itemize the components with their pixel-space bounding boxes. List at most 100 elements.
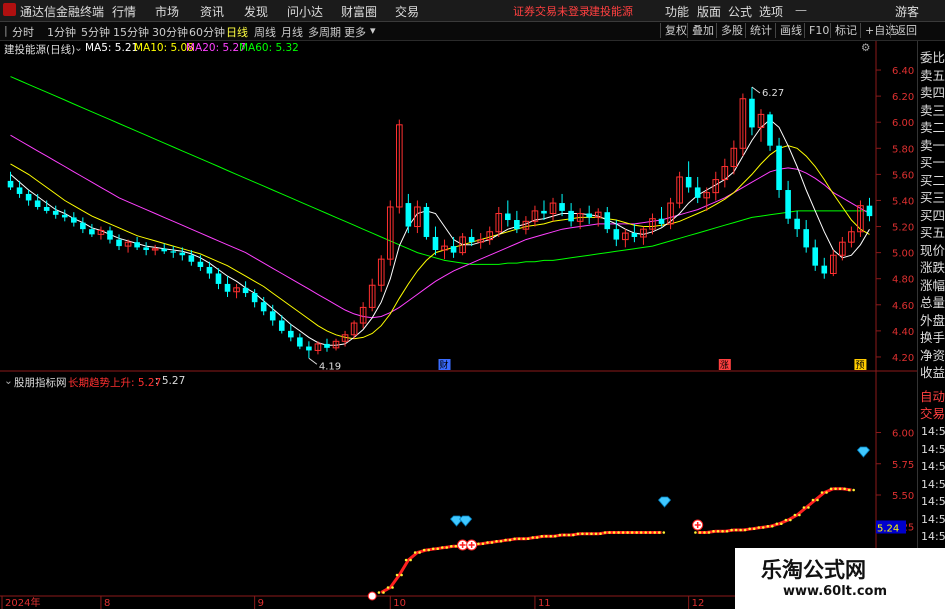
trend-dot <box>590 532 593 536</box>
candle-body <box>25 193 32 201</box>
candle-body <box>71 217 77 223</box>
trend-dot <box>563 533 566 537</box>
candle-body <box>242 287 249 294</box>
trend-dot <box>657 531 661 534</box>
sub-y-tick-label: 5.50 <box>892 491 914 502</box>
candle-body <box>143 247 149 251</box>
trend-dot <box>648 531 652 534</box>
time-label: 14:56 <box>921 530 945 543</box>
trend-line <box>697 487 852 534</box>
event-marker-label: 预 <box>855 360 864 371</box>
trend-dot <box>761 526 765 529</box>
trend-dot <box>395 573 399 577</box>
candle-body <box>278 320 285 331</box>
x-tick-label: 9 <box>258 598 264 609</box>
trend-dot <box>757 526 761 529</box>
candle-body <box>803 229 809 248</box>
trend-dot <box>576 532 580 536</box>
candle-body <box>785 190 791 219</box>
side-panel-item: 收益 <box>920 365 945 380</box>
candle-body <box>188 255 195 262</box>
trend-dot <box>486 541 489 544</box>
candle-body <box>52 210 59 215</box>
trend-dot <box>852 488 855 492</box>
side-panel-item: 总量 <box>920 295 945 310</box>
time-label: 14:56 <box>921 477 945 491</box>
trend-dot <box>730 528 733 532</box>
trend-line <box>380 531 662 594</box>
sub-y-tick-label: 6.00 <box>892 429 914 440</box>
trend-dot <box>508 538 512 542</box>
time-label: 14:56 <box>921 425 945 438</box>
trend-dot <box>644 531 647 534</box>
candle-body <box>179 252 186 256</box>
trend-dot <box>617 531 620 534</box>
candle-body <box>405 203 412 227</box>
y-tick-label: 4.40 <box>892 327 914 338</box>
trend-dot <box>716 529 720 533</box>
trend-dot <box>612 531 616 534</box>
trend-dot <box>391 586 394 589</box>
candle-body <box>541 210 547 214</box>
trend-dot <box>703 531 706 534</box>
y-tick-label: 4.80 <box>892 275 914 286</box>
trend-dot <box>662 531 666 534</box>
side-panel-item: 换手 <box>920 330 945 345</box>
candle-body <box>134 242 140 248</box>
diamond-icon <box>856 446 870 458</box>
x-tick-label: 10 <box>393 598 406 609</box>
trend-dot <box>707 531 711 534</box>
trend-dot <box>386 586 390 589</box>
indicator-name[interactable]: 股朋指标网 <box>14 375 67 390</box>
side-panel-item: 卖二 <box>920 120 945 135</box>
trend-dot <box>413 551 417 554</box>
side-panel-item[interactable]: 交易 <box>920 403 945 422</box>
y-tick-label: 5.80 <box>892 144 914 155</box>
candle-body <box>749 98 755 128</box>
x-tick-label: 2024年 <box>5 596 40 609</box>
candle-body <box>776 145 782 191</box>
trend-dot <box>698 531 702 534</box>
trend-dot <box>834 487 837 491</box>
trend-dot <box>825 491 828 494</box>
trend-dot <box>504 538 507 542</box>
trend-dot <box>400 573 403 577</box>
trend-dot <box>517 537 521 541</box>
candle-body <box>767 114 773 146</box>
candle-body <box>559 203 565 211</box>
trend-dot <box>599 532 602 536</box>
trend-dot <box>838 487 842 491</box>
side-panel-item: 卖五 <box>920 67 945 83</box>
trend-dot <box>440 546 444 549</box>
trend-dot <box>780 522 783 526</box>
trend-dot <box>535 536 539 539</box>
trend-dot <box>802 506 806 509</box>
high-marker <box>751 86 761 94</box>
side-panel-item: 买三 <box>920 190 945 205</box>
indicator-value: : 5.27 <box>155 375 186 387</box>
y-tick-label: 6.20 <box>892 92 914 103</box>
trend-dot <box>454 544 458 548</box>
event-marker-label: 财 <box>440 359 449 371</box>
candle-body <box>224 283 231 292</box>
trend-dot <box>382 591 385 594</box>
kline-chart: 6.40 6.20 6.00 5.80 5.60 5.40 5.20 5.00 4.80 4.60… <box>0 41 944 609</box>
candle-body <box>297 337 303 347</box>
candle-body <box>631 233 638 237</box>
candle-body <box>43 206 50 211</box>
trend-dot <box>752 527 756 531</box>
y-tick-label: 6.00 <box>892 118 914 129</box>
candle-body <box>514 220 520 230</box>
x-tick-label: 8 <box>104 598 110 609</box>
trend-dot <box>445 546 449 549</box>
current-value-label: 5.24 <box>877 524 899 535</box>
side-panel-item: 涨跌 <box>920 260 945 275</box>
trend-dot <box>621 531 625 534</box>
quote-side-panel: 委比 卖五 卖四 卖三 卖二 卖一 买一 买二 买三 买四 买五 现价 涨跌 涨幅 总量 外盘 换手 净资 收益 自动… <box>917 41 945 609</box>
candle-body <box>794 218 800 230</box>
trend-dot <box>653 531 657 534</box>
y-tick-label: 5.00 <box>892 249 914 260</box>
trend-dot <box>481 542 485 546</box>
high-label: 6.27 <box>762 88 784 99</box>
indicator-toggle-icon[interactable]: ⌄ <box>4 375 13 387</box>
